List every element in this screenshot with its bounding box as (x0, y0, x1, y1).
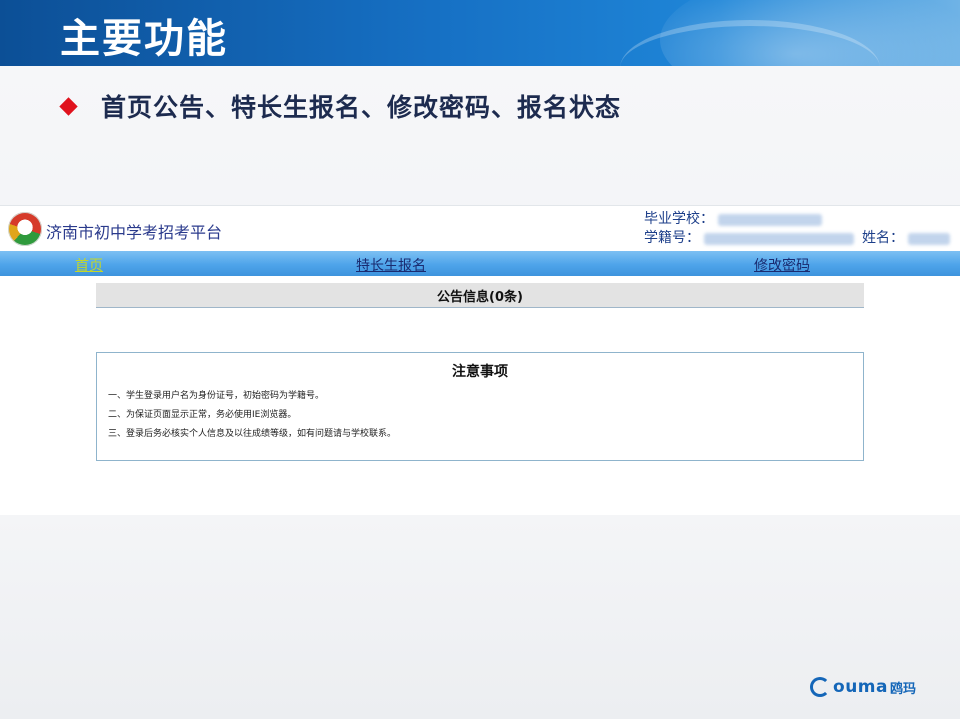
name-redacted (908, 232, 950, 245)
announcement-header: 公告信息(0条) (96, 283, 864, 308)
portal-logo-icon (8, 212, 42, 246)
student-row: 学籍号： 姓名： (644, 229, 950, 248)
portal-screenshot: 济南市初中学考招考平台 毕业学校： 学籍号： 姓名： 首页 特长生报名 修改密码… (0, 205, 960, 515)
nav-change-password-link[interactable]: 修改密码 (754, 255, 810, 275)
name-label: 姓名： (862, 230, 904, 246)
ouma-logo-icon (810, 677, 831, 697)
notes-item: 一、学生登录用户名为身份证号，初始密码为学籍号。 (108, 391, 325, 401)
portal-header: 济南市初中学考招考平台 毕业学校： 学籍号： 姓名： (0, 205, 960, 251)
nav-home-link[interactable]: 首页 (75, 255, 103, 275)
notes-panel: 注意事项 一、学生登录用户名为身份证号，初始密码为学籍号。 二、为保证页面显示正… (96, 352, 864, 461)
user-info-panel: 毕业学校： 学籍号： 姓名： (644, 210, 950, 248)
slide-header-band: 主要功能 (0, 0, 960, 66)
brand-chinese-name: 鸥玛 (889, 681, 916, 697)
notes-list: 一、学生登录用户名为身份证号，初始密码为学籍号。 二、为保证页面显示正常，务必使… (108, 387, 863, 444)
student-id-label: 学籍号： (644, 230, 700, 246)
notes-title: 注意事项 (452, 364, 508, 380)
notes-item: 三、登录后务必核实个人信息及以往成绩等级，如有问题请与学校联系。 (108, 429, 397, 439)
bullet-text: 首页公告、特长生报名、修改密码、报名状态 (101, 93, 622, 122)
notes-item: 二、为保证页面显示正常，务必使用IE浏览器。 (108, 410, 297, 420)
brand-wordmark: ouma (833, 677, 888, 697)
portal-site-title: 济南市初中学考招考平台 (46, 223, 223, 242)
bullet-row: 首页公告、特长生报名、修改密码、报名状态 (59, 88, 622, 124)
footer-brand-logo: ouma 鸥玛 (810, 677, 916, 697)
diamond-bullet-icon (59, 96, 78, 116)
portal-nav-bar: 首页 特长生报名 修改密码 (0, 251, 960, 276)
nav-special-signup-link[interactable]: 特长生报名 (356, 255, 426, 275)
school-row: 毕业学校： (644, 210, 950, 229)
school-label: 毕业学校： (644, 211, 714, 227)
student-id-redacted (704, 232, 854, 245)
slide-title: 主要功能 (60, 16, 228, 62)
school-redacted (718, 213, 822, 226)
